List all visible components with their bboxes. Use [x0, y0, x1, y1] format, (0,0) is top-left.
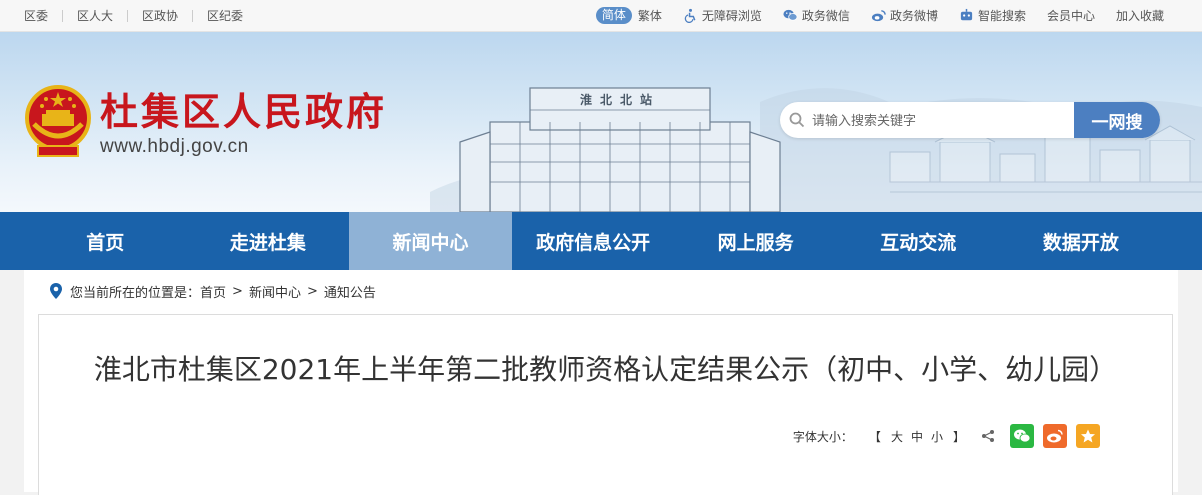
bracket-close: 】	[952, 429, 965, 444]
breadcrumb-news-center[interactable]: 新闻中心	[249, 282, 301, 301]
wechat-icon	[1014, 429, 1031, 443]
share-weibo-button[interactable]	[1043, 424, 1067, 448]
share-icon[interactable]	[981, 429, 995, 443]
add-favorite-button[interactable]	[1076, 424, 1100, 448]
nav-item-home[interactable]: 首页	[24, 212, 187, 270]
wechat-link[interactable]: 政务微信	[783, 7, 850, 24]
search-input[interactable]	[810, 109, 1074, 133]
weibo-icon	[1047, 429, 1063, 443]
site-name: 杜集区人民政府	[100, 89, 388, 134]
wheelchair-icon	[684, 8, 696, 23]
simplified-chinese-button[interactable]: 简体	[595, 7, 632, 24]
language-switch: 简体 繁体	[595, 7, 662, 24]
traditional-chinese-button[interactable]: 繁体	[638, 7, 662, 24]
header-banner: 杜集区人民政府 www.hbdj.gov.cn 淮北北站 请输入搜索关键字 一网…	[0, 32, 1202, 212]
station-sign-text: 淮北北站	[580, 92, 660, 107]
add-favorites-link[interactable]: 加入收藏	[1116, 7, 1164, 24]
nav-item-about-duji[interactable]: 走进杜集	[187, 212, 350, 270]
robot-icon	[960, 8, 973, 21]
nav-item-open-data[interactable]: 数据开放	[1000, 212, 1163, 270]
search-button[interactable]: 一网搜	[1074, 102, 1160, 138]
article-panel: 淮北市杜集区2021年上半年第二批教师资格认定结果公示（初中、小学、幼儿园） 字…	[38, 314, 1173, 495]
smart-search-label: 智能搜索	[977, 9, 1026, 23]
location-pin-icon	[50, 283, 62, 299]
wechat-label: 政务微信	[801, 9, 850, 23]
breadcrumb-prefix: 您当前所在的位置是：	[70, 285, 201, 301]
content-area: 您当前所在的位置是： 首页 > 新闻中心 > 通知公告 淮北市杜集区2021年上…	[24, 270, 1178, 495]
weibo-icon	[871, 10, 886, 22]
star-icon	[1081, 429, 1095, 443]
site-url: www.hbdj.gov.cn	[100, 136, 249, 157]
top-link-cppcc[interactable]: 区政协	[128, 9, 194, 22]
article-title: 淮北市杜集区2021年上半年第二批教师资格认定结果公示（初中、小学、幼儿园）	[93, 353, 1118, 386]
article-tools: 字体大小： 【 大 中 小 】	[793, 423, 1100, 449]
top-link-discipline-committee[interactable]: 区纪委	[193, 10, 257, 22]
breadcrumb-notices[interactable]: 通知公告	[324, 282, 376, 301]
font-size-label: 字体大小：	[792, 429, 853, 444]
breadcrumb-home[interactable]: 首页	[200, 282, 226, 301]
bracket-open: 【	[868, 429, 881, 444]
accessibility-link[interactable]: 无障碍浏览	[683, 7, 762, 24]
accessibility-label: 无障碍浏览	[701, 9, 762, 23]
search-box: 一网搜	[780, 102, 1160, 138]
main-nav: 首页 走进杜集 新闻中心 政府信息公开 网上服务 互动交流 数据开放	[0, 212, 1202, 270]
weibo-link[interactable]: 政务微博	[871, 7, 938, 24]
nav-item-interaction[interactable]: 互动交流	[837, 212, 1000, 270]
wechat-icon	[783, 9, 798, 21]
font-size-small-button[interactable]: 小	[931, 428, 943, 445]
font-size-medium-button[interactable]: 中	[911, 428, 923, 445]
search-icon	[789, 112, 805, 128]
top-link-peoples-congress[interactable]: 区人大	[63, 9, 129, 22]
top-links: 区委 区人大 区政协 区纪委	[24, 0, 257, 31]
weibo-label: 政务微博	[889, 9, 938, 23]
top-link-district-committee[interactable]: 区委	[24, 9, 64, 22]
breadcrumb-separator: >	[306, 283, 318, 299]
smart-search-link[interactable]: 智能搜索	[959, 7, 1026, 24]
breadcrumb-separator: >	[232, 283, 243, 299]
nav-item-government-info[interactable]: 政府信息公开	[512, 212, 675, 270]
share-wechat-button[interactable]	[1010, 424, 1034, 448]
top-tools: 简体 繁体 无障碍浏览 政务微信 政务微博 智能搜索 会员中心 加入收藏	[595, 0, 1164, 31]
nav-item-online-services[interactable]: 网上服务	[674, 212, 837, 270]
top-bar: 区委 区人大 区政协 区纪委 简体 繁体 无障碍浏览 政务微信 政务微博 智能搜…	[0, 0, 1202, 32]
font-size-large-button[interactable]: 大	[891, 428, 903, 445]
nav-item-news-center[interactable]: 新闻中心	[349, 212, 512, 270]
breadcrumb: 您当前所在的位置是： 首页 > 新闻中心 > 通知公告	[48, 276, 376, 306]
member-center-link[interactable]: 会员中心	[1047, 7, 1095, 24]
national-emblem-logo[interactable]	[24, 84, 92, 158]
